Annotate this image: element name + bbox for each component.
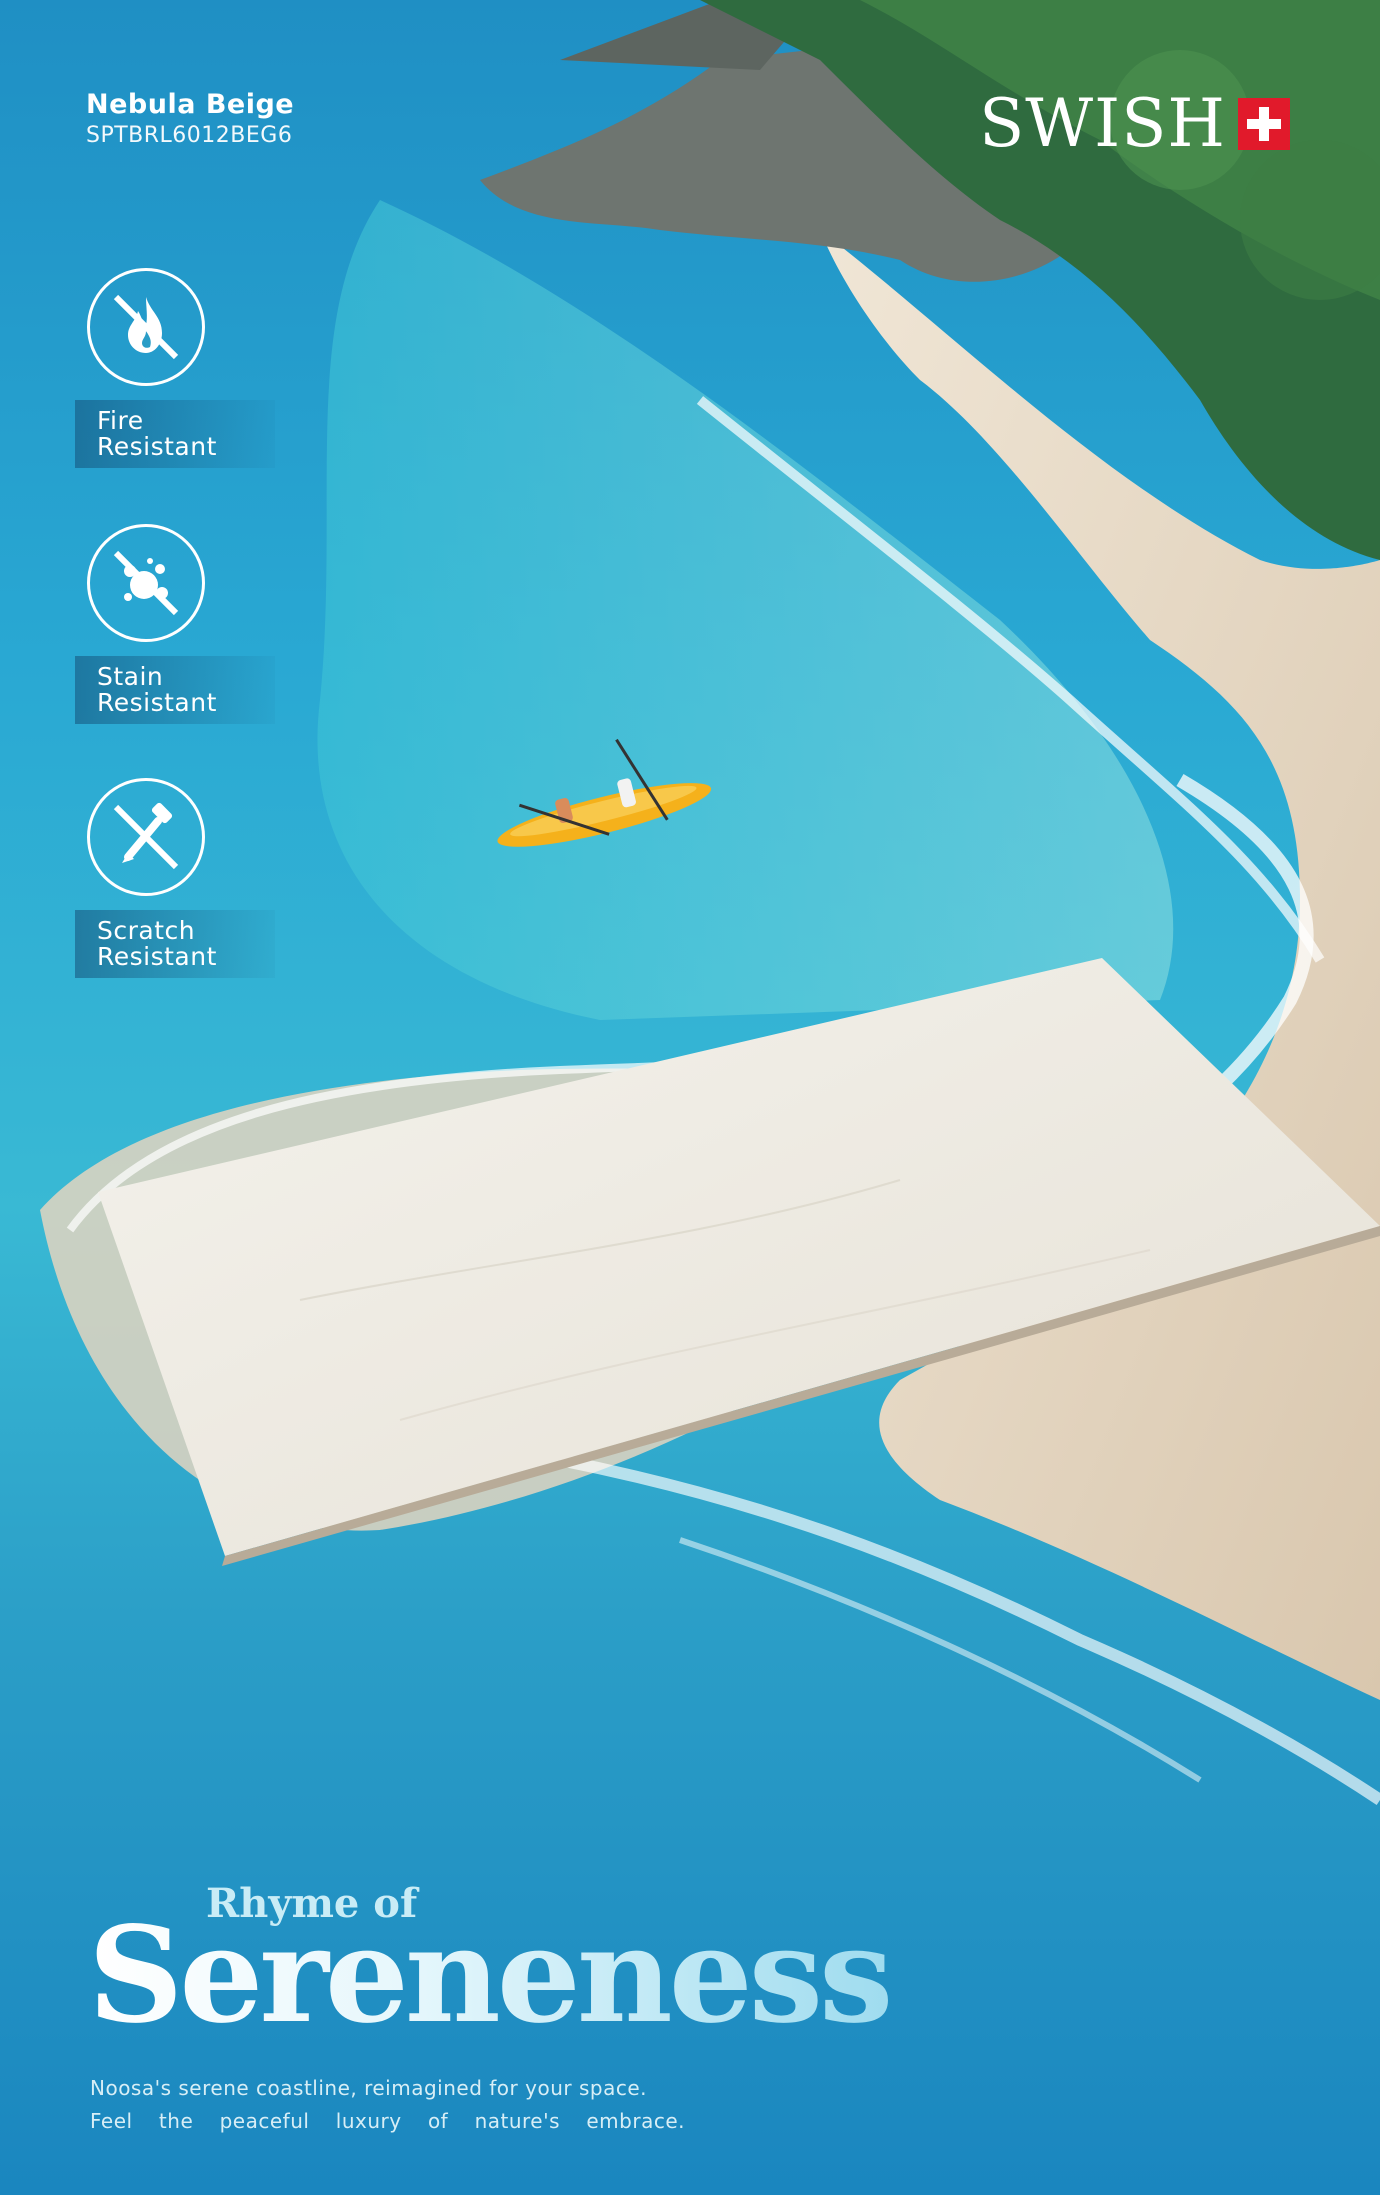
description: Noosa's serene coastline, reimagined for…	[90, 2072, 685, 2138]
brand-name: SWISH	[979, 85, 1226, 162]
feature-label: Fire Resistant	[75, 400, 275, 468]
poster: Nebula Beige SPTBRL6012BEG6 SWISH Fire R…	[0, 0, 1380, 2195]
feature-label: Scratch Resistant	[75, 910, 275, 978]
product-header: Nebula Beige SPTBRL6012BEG6	[86, 88, 294, 150]
no-scratch-icon	[87, 778, 205, 896]
swiss-flag-icon	[1238, 98, 1290, 150]
product-code: SPTBRL6012BEG6	[86, 123, 293, 148]
no-stain-icon	[87, 524, 205, 642]
tagline-big: Sereneness	[88, 1898, 893, 2053]
product-name: Nebula Beige	[86, 89, 295, 120]
description-line-1: Noosa's serene coastline, reimagined for…	[90, 2076, 647, 2100]
brand-logo: SWISH	[979, 85, 1290, 163]
feature-label: Stain Resistant	[75, 656, 275, 724]
no-fire-icon	[87, 268, 205, 386]
description-line-2: Feel the peaceful luxury of nature's emb…	[90, 2109, 685, 2133]
beach-scene-image	[40, 0, 1380, 1805]
